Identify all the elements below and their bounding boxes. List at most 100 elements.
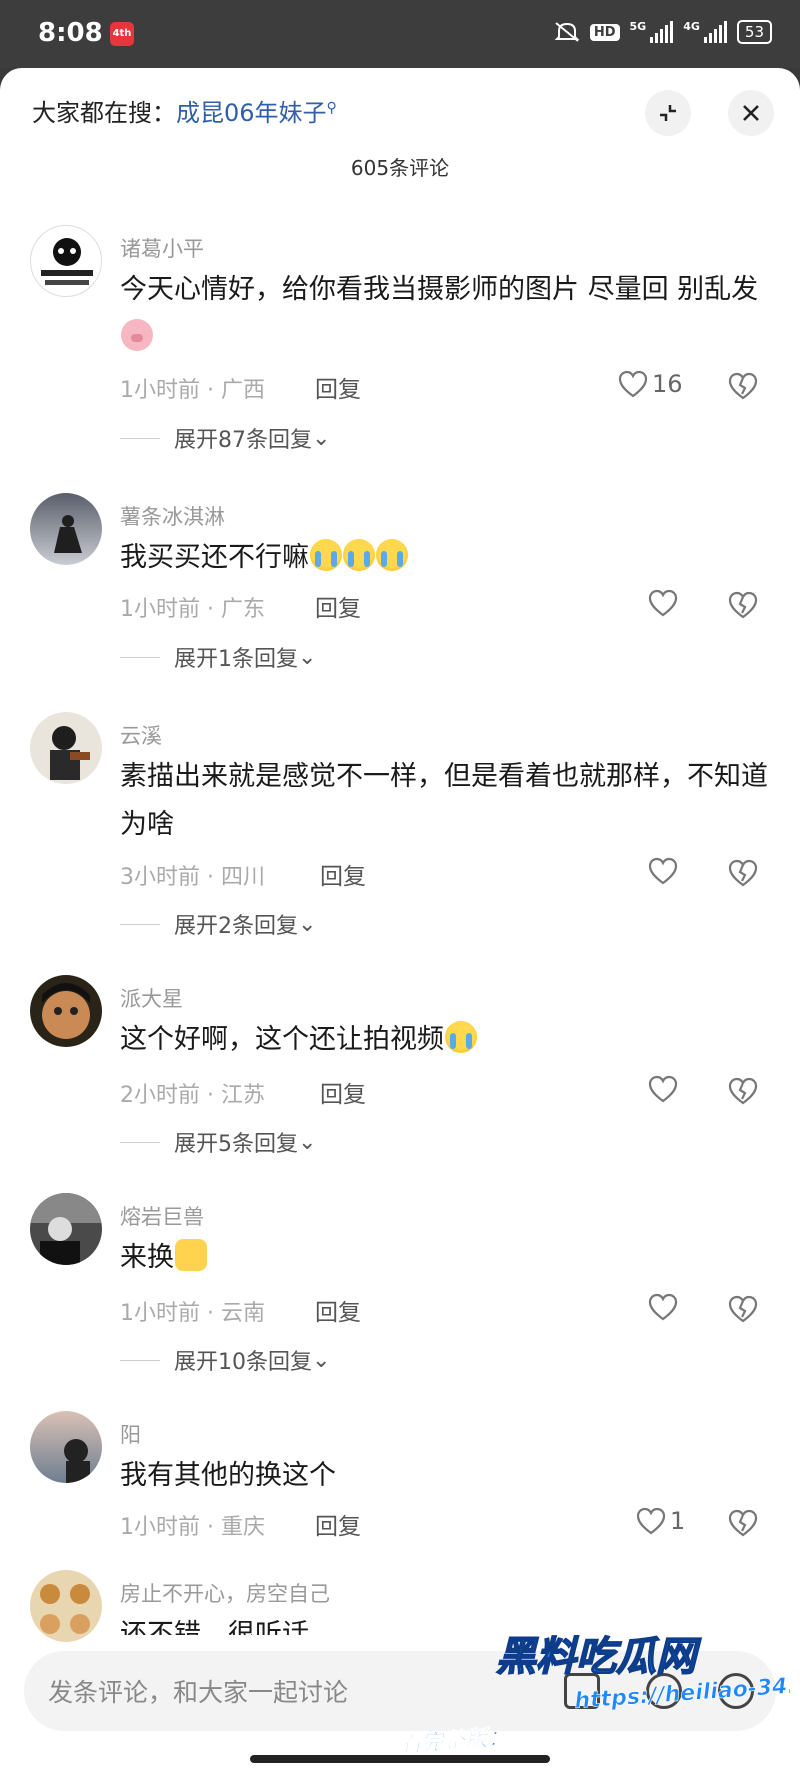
comment-meta: 1小时前 · 重庆	[120, 1515, 265, 1540]
comment-meta: 3小时前 · 四川	[120, 865, 265, 890]
crying-emoji	[445, 1021, 477, 1053]
broken-heart-icon	[728, 591, 758, 619]
dislike-button[interactable]	[728, 859, 758, 891]
home-indicator[interactable]	[250, 1755, 550, 1763]
comment-text: 我有其他的换这个	[120, 1460, 336, 1491]
like-button[interactable]	[648, 857, 678, 885]
comment-meta: 1小时前 · 广东	[120, 597, 265, 622]
collapse-button[interactable]	[645, 90, 691, 136]
comment-text: 我买买还不行嘛	[120, 534, 770, 582]
avatar[interactable]	[30, 712, 102, 784]
like-button[interactable]	[648, 589, 678, 617]
avatar[interactable]	[30, 1411, 102, 1483]
reply-button[interactable]: 回复	[320, 1075, 366, 1109]
comment-meta: 2小时前 · 江苏	[120, 1083, 265, 1108]
username[interactable]: 薯条冰淇淋	[120, 501, 225, 531]
chevron-down-icon: ⌄	[298, 911, 317, 937]
avatar[interactable]	[30, 1193, 102, 1265]
network-5g: 5G	[629, 20, 647, 33]
dislike-button[interactable]	[728, 1509, 758, 1541]
sheet-header: 大家都在搜：成昆06年妹子⚲ 605条评论	[0, 68, 800, 198]
heart-icon	[618, 370, 648, 398]
like-count: 16	[652, 370, 683, 398]
reply-button[interactable]: 回复	[320, 857, 366, 891]
like-button[interactable]: 1	[636, 1507, 685, 1535]
heart-icon	[636, 1507, 666, 1535]
expand-replies[interactable]: 展开5条回复 ⌄	[120, 1126, 316, 1158]
comment-meta: 1小时前 · 云南	[120, 1301, 265, 1326]
username[interactable]: 云溪	[120, 720, 162, 750]
close-icon	[743, 105, 759, 121]
app-notification-icon: 4th	[110, 22, 134, 46]
comment-text: 素描出来就是感觉不一样，但是看着也就那样，不知道为啥	[120, 761, 768, 840]
close-button[interactable]	[728, 90, 774, 136]
crying-emoji	[310, 539, 342, 571]
reply-button[interactable]: 回复	[315, 370, 361, 404]
heart-icon	[648, 589, 678, 617]
reply-button[interactable]: 回复	[315, 1507, 361, 1541]
comment-text: 这个好啊，这个还让拍视频	[120, 1016, 770, 1064]
username[interactable]: 阳	[120, 1419, 141, 1449]
collapse-icon	[660, 105, 676, 121]
watermark: 黑料吃瓜网 https://heiliao-34.com 看完整版：	[398, 1620, 800, 1770]
network-4g: 4G	[683, 20, 700, 33]
expand-replies[interactable]: 展开10条回复 ⌄	[120, 1344, 330, 1376]
broken-heart-icon	[728, 859, 758, 887]
dislike-button[interactable]	[728, 1077, 758, 1109]
hd-badge: HD	[589, 23, 620, 41]
dislike-button[interactable]	[728, 372, 758, 404]
search-icon: ⚲	[326, 100, 337, 116]
crying-emoji	[343, 539, 375, 571]
expand-replies[interactable]: 展开1条回复 ⌄	[120, 641, 316, 673]
expand-replies[interactable]: 展开2条回复 ⌄	[120, 908, 316, 940]
dislike-button[interactable]	[728, 591, 758, 623]
like-button[interactable]	[648, 1293, 678, 1321]
battery-icon: 53	[736, 20, 772, 44]
comments-sheet: 大家都在搜：成昆06年妹子⚲ 605条评论 诸葛小平 今天心情好，给你看我当摄影…	[0, 68, 800, 1778]
comment-text: 今天心情好，给你看我当摄影师的图片 尽量回 别乱发	[120, 266, 770, 362]
heart-icon	[648, 1293, 678, 1321]
reply-button[interactable]: 回复	[315, 589, 361, 623]
clock: 8:08	[38, 18, 103, 48]
chevron-down-icon: ⌄	[312, 1347, 331, 1373]
pig-emoji	[121, 319, 153, 351]
expand-replies[interactable]: 展开87条回复 ⌄	[120, 422, 330, 454]
username[interactable]: 派大星	[120, 983, 183, 1013]
like-count: 1	[670, 1507, 686, 1535]
mute-icon	[554, 22, 580, 42]
crying-emoji	[376, 539, 408, 571]
search-keyword[interactable]: 成昆06年妹子	[176, 99, 327, 127]
comment-count: 605条评论	[350, 156, 450, 180]
search-suggestion[interactable]: 大家都在搜：成昆06年妹子⚲	[32, 93, 337, 128]
username[interactable]: 房止不开心，房空自己	[120, 1578, 330, 1608]
chevron-down-icon: ⌄	[298, 644, 317, 670]
search-prefix: 大家都在搜：	[32, 99, 176, 127]
signal-icon	[650, 21, 674, 43]
comment-text: 来换	[120, 1234, 770, 1282]
status-icons: HD 5G 4G 53	[554, 20, 772, 44]
like-button[interactable]: 16	[618, 370, 683, 398]
status-bar: 8:08 4th HD 5G 4G 53	[0, 0, 800, 68]
avatar[interactable]	[30, 975, 102, 1047]
reply-button[interactable]: 回复	[315, 1293, 361, 1327]
broken-heart-icon	[728, 1295, 758, 1323]
broken-heart-icon	[728, 1077, 758, 1105]
watermark-title: 黑料吃瓜网	[496, 1634, 702, 1680]
comment-meta: 1小时前 · 广西	[120, 378, 265, 403]
avatar[interactable]	[30, 493, 102, 565]
heart-icon	[648, 857, 678, 885]
dislike-button[interactable]	[728, 1295, 758, 1327]
chevron-down-icon: ⌄	[312, 425, 331, 451]
watermark-prefix: 看完整版：	[400, 1724, 510, 1758]
username[interactable]: 诸葛小平	[120, 233, 204, 263]
hands-emoji	[175, 1239, 207, 1271]
like-button[interactable]	[648, 1075, 678, 1103]
avatar[interactable]	[30, 1570, 102, 1642]
heart-icon	[648, 1075, 678, 1103]
broken-heart-icon	[728, 372, 758, 400]
comment-input-placeholder: 发条评论，和大家一起讨论	[48, 1678, 349, 1707]
broken-heart-icon	[728, 1509, 758, 1537]
avatar[interactable]	[30, 225, 102, 297]
signal-icon-2	[703, 21, 727, 43]
username[interactable]: 熔岩巨兽	[120, 1201, 204, 1231]
